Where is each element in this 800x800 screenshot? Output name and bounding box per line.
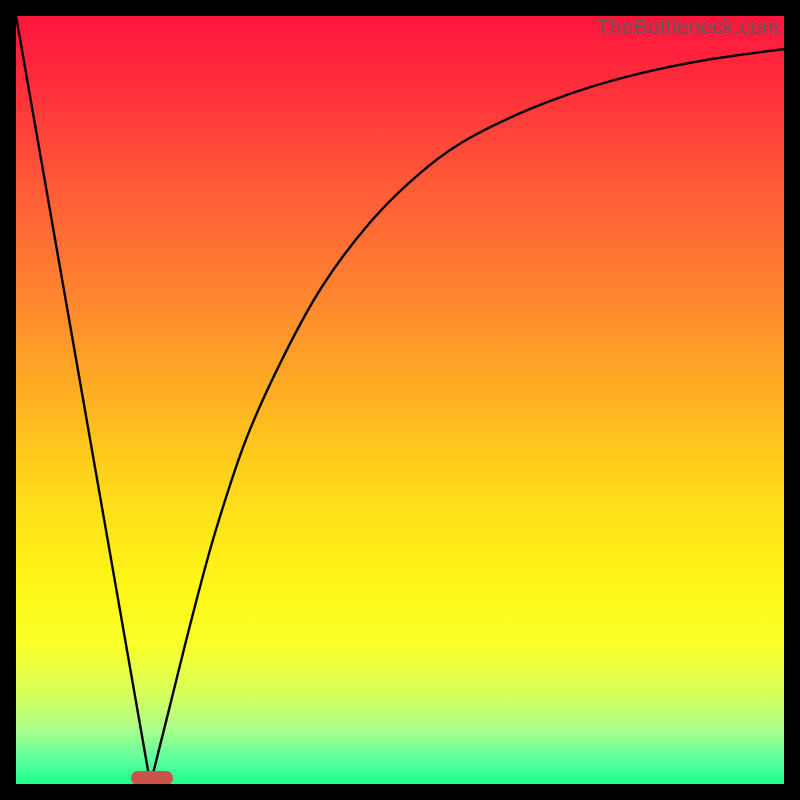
left-curve-path (16, 16, 150, 784)
outer-frame: TheBottleneck.com (0, 0, 800, 800)
curves-svg (16, 16, 784, 784)
plot-area: TheBottleneck.com (16, 16, 784, 784)
optimum-marker (131, 771, 173, 784)
right-curve-path (150, 49, 784, 784)
